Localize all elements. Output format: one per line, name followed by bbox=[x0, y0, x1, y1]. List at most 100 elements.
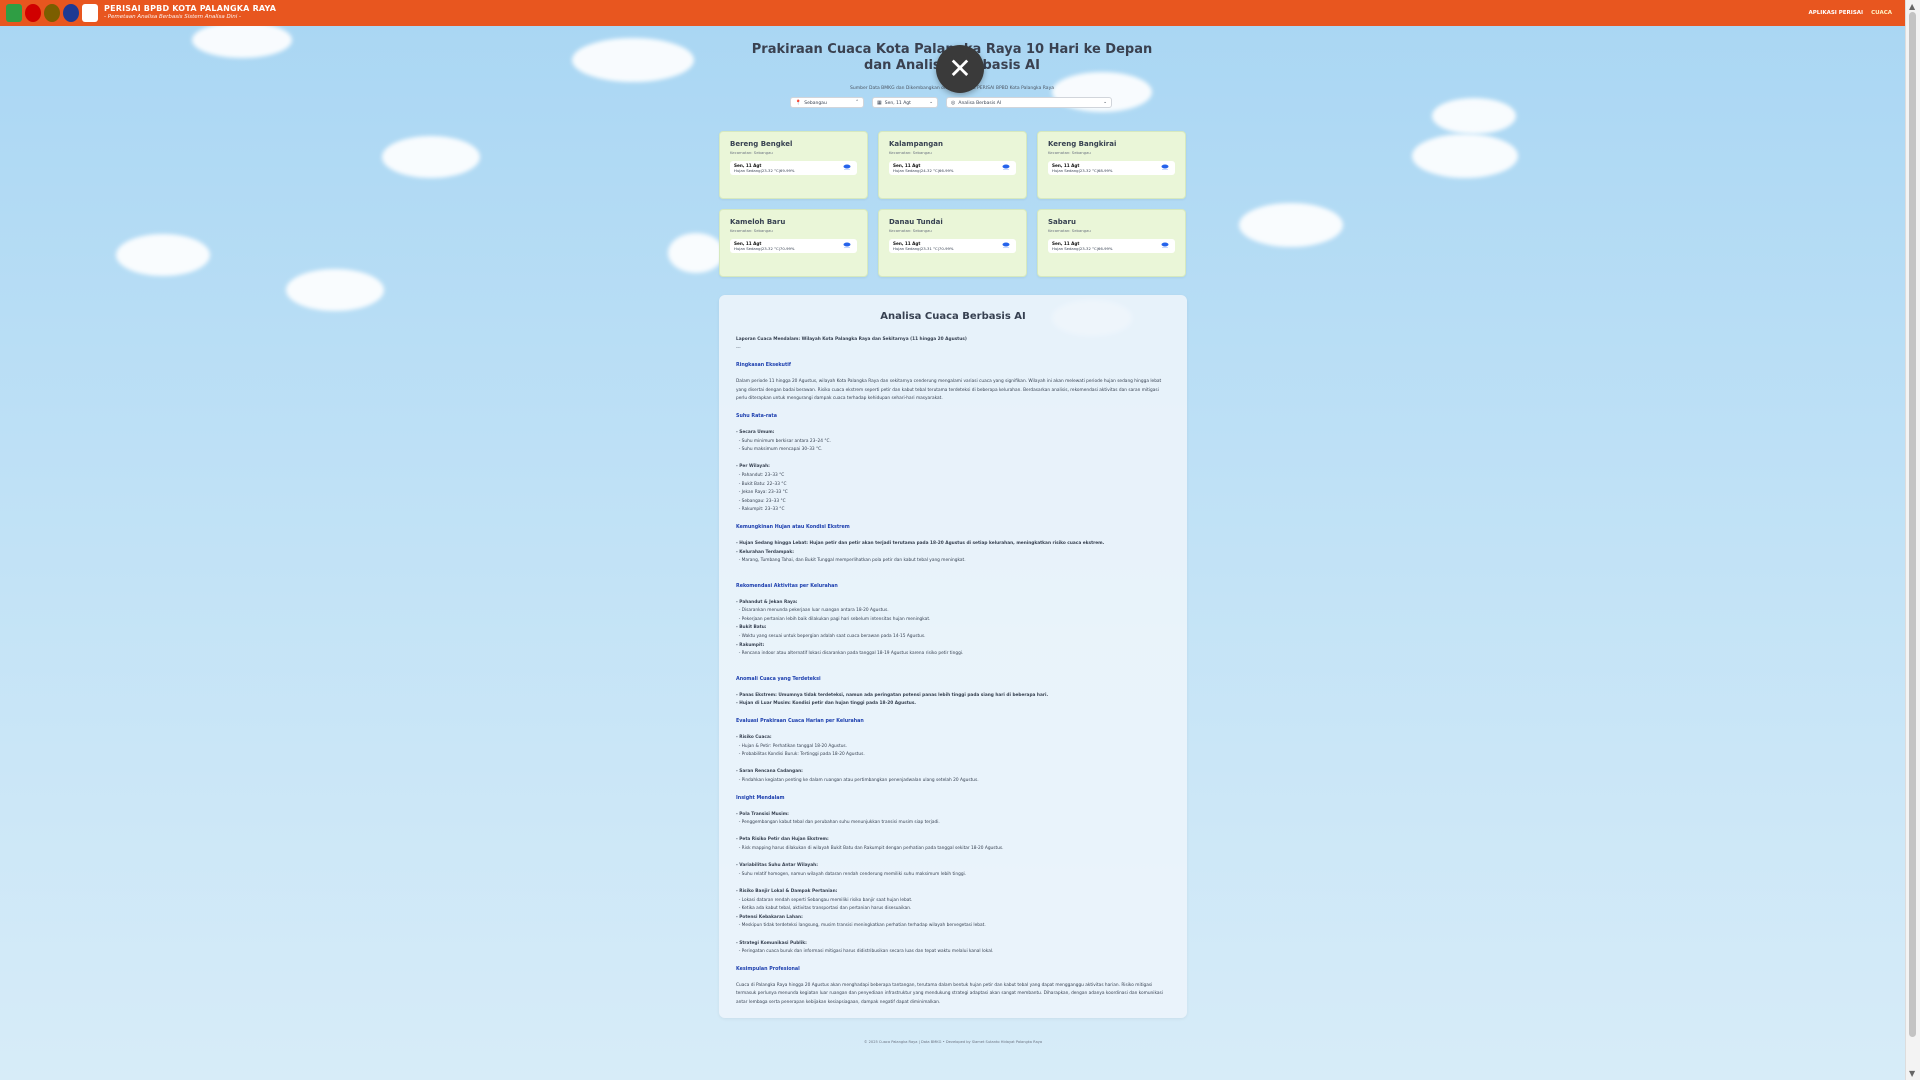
list-item: - Hujan & Petir: Perhatikan tanggal 18-2… bbox=[736, 743, 848, 749]
card-weather: Hujan Sedang|24-32 °C|66-99% bbox=[893, 168, 954, 173]
list-item: - Peringatan cuaca buruk dan informasi m… bbox=[736, 949, 994, 955]
list-item: - Hujan di Luar Musim: Kondisi petir dan… bbox=[736, 701, 917, 707]
logo-emblem bbox=[44, 4, 60, 22]
list-item: - Panas Ekstrem: Umumnya tidak terdeteks… bbox=[736, 692, 1049, 698]
section-heading: Insight Mendalam bbox=[736, 795, 785, 801]
section-list: - Risiko Cuaca: - Hujan & Petir: Perhati… bbox=[736, 734, 1170, 786]
date-select[interactable]: ▦ Sen, 11 Agt ⌄ bbox=[872, 97, 938, 108]
filter-bar: 📍 Sebangau ⌃ ▦ Sen, 11 Agt ⌄ ◎ Analisa Berb… bbox=[790, 97, 1112, 108]
cloud-rain-icon bbox=[1161, 242, 1169, 248]
list-item: - Risiko Banjir Lokal & Dampak Pertanian… bbox=[736, 888, 838, 894]
list-item: - Hujan Sedang hingga Lebat: Hujan petir… bbox=[736, 540, 1105, 546]
kelurahan-cards: Bereng Bengkel Kecamatan: Sebangau Sen, … bbox=[719, 131, 1187, 277]
list-item: - Kelurahan Terdampak: bbox=[736, 549, 794, 555]
list-item: - Suhu minimum berkisar antara 23–24 °C. bbox=[736, 438, 831, 444]
list-item: - Bukit Batu: 22–33 °C bbox=[736, 481, 787, 487]
list-item: - Rakumpit: bbox=[736, 642, 765, 648]
cloud-rain-icon bbox=[1002, 242, 1010, 248]
card-kecamatan: Kecamatan: Sebangau bbox=[730, 228, 773, 233]
top-navbar: PERISAI BPBD KOTA PALANGKA RAYA - Pemeta… bbox=[0, 0, 1906, 26]
list-item: - Sebangau: 23–33 °C bbox=[736, 498, 786, 504]
card-day: Sen, 11 Agt Hujan Sedang|23-32 °C|68-99% bbox=[1048, 161, 1175, 175]
close-button[interactable]: ✕ bbox=[936, 45, 984, 93]
weather-card[interactable]: Kereng Bangkirai Kecamatan: Sebangau Sen… bbox=[1037, 131, 1186, 199]
card-name: Kalampangan bbox=[889, 140, 944, 148]
section-heading: Ringkasan Eksekutif bbox=[736, 363, 791, 369]
weather-card[interactable]: Bereng Bengkel Kecamatan: Sebangau Sen, … bbox=[719, 131, 868, 199]
card-name: Bereng Bengkel bbox=[730, 140, 793, 148]
nav-menu: APLIKASI PERISAI CUACA bbox=[1808, 0, 1892, 26]
list-item: - Potensi Kebakaran Lahan: bbox=[736, 914, 803, 920]
section-heading: Anomali Cuaca yang Terdeteksi bbox=[736, 676, 821, 682]
mode-select[interactable]: ◎ Analisa Berbasis AI ⌄ bbox=[946, 97, 1112, 108]
list-item: - Ketika ada kabut tebal, aktivitas tran… bbox=[736, 906, 912, 912]
weather-card[interactable]: Kalampangan Kecamatan: Sebangau Sen, 11 … bbox=[878, 131, 1027, 199]
card-day: Sen, 11 Agt Hujan Sedang|23-32 °C|69-99% bbox=[730, 161, 857, 175]
list-item: - Pahandut & Jekan Raya: bbox=[736, 599, 798, 605]
card-weather: Hujan Sedang|23-31 °C|70-99% bbox=[893, 246, 954, 251]
weather-card[interactable]: Kameloh Baru Kecamatan: Sebangau Sen, 11… bbox=[719, 209, 868, 277]
list-item: - Pahandut: 23–33 °C bbox=[736, 472, 785, 478]
list-item: - Jekan Raya: 23–33 °C bbox=[736, 490, 788, 496]
scroll-up-icon[interactable]: ▲ bbox=[1909, 2, 1915, 11]
logo-bpbd bbox=[25, 4, 41, 22]
logo-perisai bbox=[82, 4, 98, 22]
card-name: Kameloh Baru bbox=[730, 218, 786, 226]
vertical-scrollbar[interactable]: ▲ ▼ bbox=[1905, 0, 1920, 1080]
analysis-separator: --- bbox=[736, 345, 741, 351]
mode-value: Analisa Berbasis AI bbox=[958, 100, 1002, 106]
section-paragraph: Cuaca di Palangka Raya hingga 20 Agustus… bbox=[736, 982, 1163, 1005]
weather-card[interactable]: Sabaru Kecamatan: Sebangau Sen, 11 Agt H… bbox=[1037, 209, 1186, 277]
card-kecamatan: Kecamatan: Sebangau bbox=[889, 150, 932, 155]
list-item: - Meskipun tidak terdeteksi langsung, mu… bbox=[736, 923, 986, 929]
list-item: - Marang, Tumbang Tahai, dan Bukit Tungg… bbox=[736, 558, 966, 564]
card-weather: Hujan Sedang|23-32 °C|68-99% bbox=[1052, 168, 1113, 173]
section-list: - Pola Transisi Musim: - Penggembangan k… bbox=[736, 811, 1170, 957]
card-name: Sabaru bbox=[1048, 218, 1076, 226]
list-item: - Disarankan menunda pekerjaan luar ruan… bbox=[736, 608, 889, 614]
list-item: - Penggembangan kabut tebal dan perubaha… bbox=[736, 820, 940, 826]
card-kecamatan: Kecamatan: Sebangau bbox=[1048, 228, 1091, 233]
card-kecamatan: Kecamatan: Sebangau bbox=[889, 228, 932, 233]
scrollbar-thumb[interactable] bbox=[1909, 12, 1916, 1037]
logo-pemkot bbox=[63, 4, 79, 22]
scroll-down-icon[interactable]: ▼ bbox=[1909, 1069, 1915, 1078]
card-kecamatan: Kecamatan: Sebangau bbox=[1048, 150, 1091, 155]
card-day: Sen, 11 Agt Hujan Sedang|24-32 °C|66-99% bbox=[889, 161, 1016, 175]
nav-cuaca[interactable]: CUACA bbox=[1871, 10, 1892, 16]
list-item: - Lokasi dataran rendah seperti Sebangau… bbox=[736, 897, 913, 903]
brand-title: PERISAI BPBD KOTA PALANGKA RAYA bbox=[104, 4, 277, 14]
close-icon: ✕ bbox=[948, 52, 972, 85]
weather-card[interactable]: Danau Tundai Kecamatan: Sebangau Sen, 11… bbox=[878, 209, 1027, 277]
chevron-down-icon: ⌄ bbox=[1103, 100, 1107, 105]
location-select[interactable]: 📍 Sebangau ⌃ bbox=[790, 97, 864, 108]
card-weather: Hujan Sedang|23-32 °C|66-99% bbox=[1052, 246, 1113, 251]
list-item: - Secara Umum: bbox=[736, 429, 775, 435]
brand[interactable]: PERISAI BPBD KOTA PALANGKA RAYA - Pemeta… bbox=[104, 5, 276, 21]
section-heading: Rekomendasi Aktivitas per Kelurahan bbox=[736, 583, 838, 589]
date-value: Sen, 11 Agt bbox=[884, 100, 911, 106]
logo-kota bbox=[6, 4, 22, 22]
card-weather: Hujan Sedang|23-32 °C|70-99% bbox=[734, 246, 795, 251]
analysis-title: Analisa Cuaca Berbasis AI bbox=[880, 311, 1026, 322]
section-list: - Hujan Sedang hingga Lebat: Hujan petir… bbox=[736, 540, 1170, 566]
card-weather: Hujan Sedang|23-32 °C|69-99% bbox=[734, 168, 795, 173]
calendar-icon: ▦ bbox=[877, 99, 882, 106]
section-heading: Kemungkinan Hujan atau Kondisi Ekstrem bbox=[736, 524, 850, 530]
list-item: - Variabilitas Suhu Antar Wilayah: bbox=[736, 863, 818, 869]
section-heading: Suhu Rata-rata bbox=[736, 413, 777, 419]
map-pin-icon: 📍 bbox=[795, 99, 802, 106]
list-item: - Waktu yang sesuai untuk bepergian adal… bbox=[736, 634, 926, 640]
cloud-rain-icon bbox=[1002, 164, 1010, 170]
section-heading: Kesimpulan Profesional bbox=[736, 966, 800, 972]
list-item: - Peta Risiko Petir dan Hujan Ekstrem: bbox=[736, 837, 829, 843]
nav-aplikasi-perisai[interactable]: APLIKASI PERISAI bbox=[1808, 10, 1863, 16]
list-item: - Saran Rencana Cadangan: bbox=[736, 769, 803, 775]
list-item: - Rakumpit: 23–33 °C bbox=[736, 507, 785, 513]
list-item: - Pekerjaan pertanian lebih baik dilakuk… bbox=[736, 616, 931, 622]
